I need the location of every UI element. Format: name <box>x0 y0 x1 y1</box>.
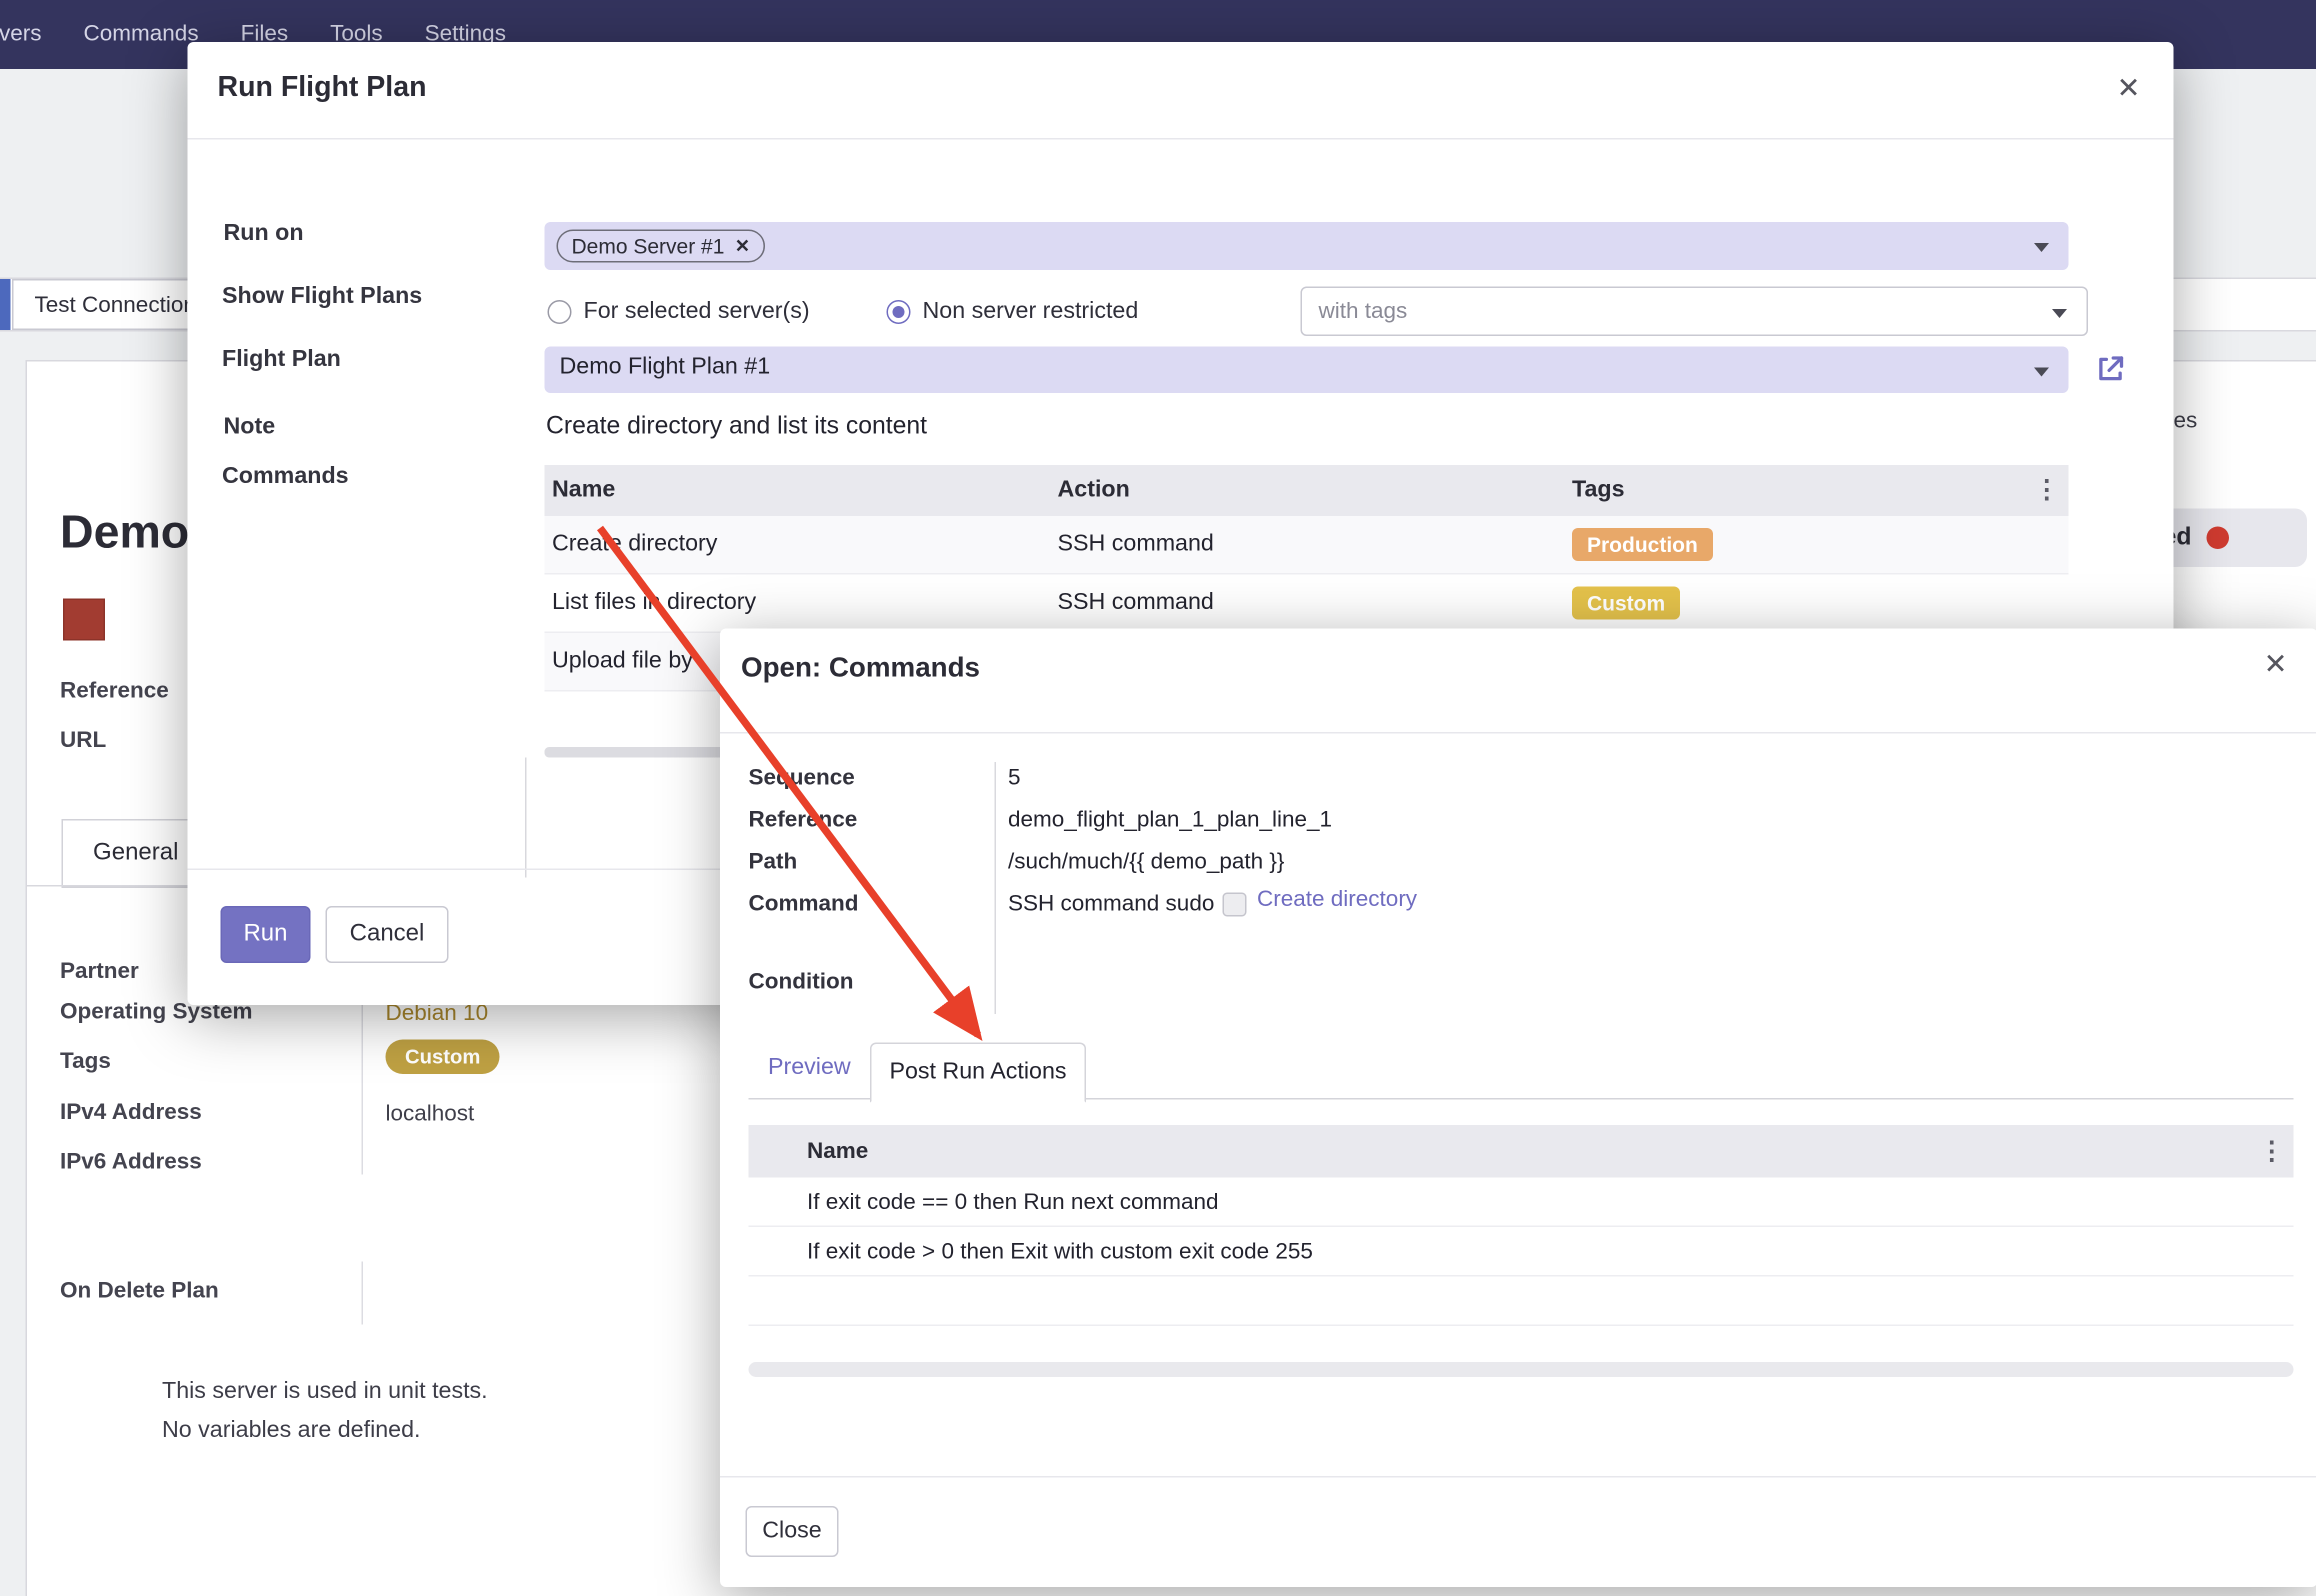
table-row-empty <box>749 1277 2294 1327</box>
radio-for-selected-servers[interactable] <box>548 300 572 324</box>
show-flight-plans-label: Show Flight Plans <box>222 284 422 311</box>
field-divider-2 <box>362 1262 364 1325</box>
path-label: Path <box>749 849 798 875</box>
screen: Servers Commands Files Tools Settings Te… <box>0 0 2316 1596</box>
on-delete-plan-label: On Delete Plan <box>60 1278 219 1304</box>
tag-badge-production: Production <box>1572 528 1713 561</box>
reference-value: demo_flight_plan_1_plan_line_1 <box>1008 807 1332 833</box>
cell-action: SSH command <box>1058 531 1573 558</box>
ipv4-value: localhost <box>386 1101 475 1127</box>
column-options-icon[interactable]: ⋮ <box>2259 1136 2285 1166</box>
ipv6-label: IPv6 Address <box>60 1149 202 1175</box>
cell-name: Create directory <box>545 531 1058 558</box>
command-checkbox[interactable] <box>1223 893 1247 917</box>
radio-non-server-restricted-label[interactable]: Non server restricted <box>923 299 1139 326</box>
server-heading: Demo <box>60 506 189 560</box>
flight-plan-label: Flight Plan <box>222 347 341 374</box>
label-value-divider <box>995 762 997 1014</box>
cancel-button[interactable]: Cancel <box>326 906 449 963</box>
open-commands-modal: Open: Commands ✕ Sequence 5 Reference de… <box>720 629 2316 1588</box>
path-value: /such/much/{{ demo_path }} <box>1008 849 1284 875</box>
post-run-actions-table: Name ⋮ If exit code == 0 then Run next c… <box>749 1125 2294 1326</box>
with-tags-placeholder: with tags <box>1319 299 1408 325</box>
commands-label: Commands <box>222 464 349 491</box>
create-directory-link[interactable]: Create directory <box>1257 887 1417 913</box>
cell-action: SSH command <box>1058 590 1573 617</box>
with-tags-select[interactable]: with tags <box>1301 287 2089 337</box>
chevron-down-icon <box>2052 308 2067 317</box>
remove-tag-icon[interactable]: ✕ <box>735 236 750 257</box>
run-on-field[interactable]: Demo Server #1 ✕ <box>545 222 2069 270</box>
close-icon[interactable]: ✕ <box>2117 75 2141 104</box>
flight-plan-field[interactable]: Demo Flight Plan #1 <box>545 347 2069 394</box>
flight-plan-description: Create directory and list its content <box>546 413 927 442</box>
close-button[interactable]: Close <box>746 1506 839 1557</box>
cell-name: List files in directory <box>545 590 1058 617</box>
command-value: SSH command sudo <box>1008 891 1214 917</box>
col-header-action[interactable]: Action <box>1058 477 1573 504</box>
horizontal-scrollbar[interactable] <box>749 1362 2294 1377</box>
new-button-fragment[interactable] <box>0 279 11 330</box>
run-modal-title: Run Flight Plan <box>218 72 427 105</box>
unit-test-note-line1: This server is used in unit tests. <box>162 1379 488 1406</box>
reference-label: Reference <box>749 807 858 833</box>
col-header-name[interactable]: Name <box>545 477 1058 504</box>
command-label: Command <box>749 891 859 917</box>
run-modal-header: Run Flight Plan ✕ <box>188 42 2174 140</box>
tag-badge-custom: Custom <box>1572 587 1680 620</box>
chevron-down-icon <box>2034 367 2049 376</box>
table-row[interactable]: If exit code > 0 then Exit with custom e… <box>749 1227 2294 1277</box>
clipped-right-text: es <box>2174 408 2198 434</box>
commands-modal-title: Open: Commands <box>741 651 980 684</box>
col-header-name[interactable]: Name <box>807 1139 868 1165</box>
table-row[interactable]: List files in directory SSH command Cust… <box>545 575 2069 634</box>
unit-test-note-line2: No variables are defined. <box>162 1418 420 1445</box>
table-row[interactable]: If exit code == 0 then Run next command <box>749 1178 2294 1228</box>
partner-label: Partner <box>60 959 139 985</box>
column-divider <box>525 758 527 878</box>
col-header-tags[interactable]: Tags <box>1572 477 2069 504</box>
cell-tags: Production <box>1572 528 2069 561</box>
note-label: Note <box>224 414 276 441</box>
reference-label: Reference <box>60 678 169 704</box>
table-row[interactable]: Create directory SSH command Production <box>545 516 2069 575</box>
flight-plan-value: Demo Flight Plan #1 <box>560 354 771 381</box>
table-header-row: Name ⋮ <box>749 1125 2294 1178</box>
url-label: URL <box>60 728 106 754</box>
table-header-row: Name Action Tags ⋮ <box>545 465 2069 516</box>
show-flight-plans-row: For selected server(s) Non server restri… <box>545 287 2069 338</box>
server-tag-chip[interactable]: Demo Server #1 ✕ <box>557 230 766 263</box>
status-stopped-dot-icon <box>2207 527 2230 550</box>
tags-custom-badge[interactable]: Custom <box>386 1040 500 1075</box>
server-tag-label: Demo Server #1 <box>572 234 725 258</box>
radio-non-server-restricted[interactable] <box>887 300 911 324</box>
ipv4-label: IPv4 Address <box>60 1100 202 1126</box>
external-link-icon[interactable] <box>2094 353 2127 386</box>
run-on-label: Run on <box>224 221 304 248</box>
commands-modal-header: Open: Commands ✕ <box>720 629 2316 734</box>
sequence-value: 5 <box>1008 765 1021 791</box>
column-options-icon[interactable]: ⋮ <box>2034 476 2060 506</box>
close-icon[interactable]: ✕ <box>2264 651 2288 680</box>
tags-label: Tags <box>60 1049 111 1075</box>
chevron-down-icon <box>2034 243 2049 252</box>
server-color-swatch[interactable] <box>63 599 105 641</box>
tab-post-run-actions[interactable]: Post Run Actions <box>870 1043 1086 1103</box>
condition-label: Condition <box>749 969 854 995</box>
tab-preview[interactable]: Preview <box>768 1055 851 1082</box>
run-button[interactable]: Run <box>221 906 311 963</box>
radio-for-selected-servers-label[interactable]: For selected server(s) <box>584 299 810 326</box>
sequence-label: Sequence <box>749 765 855 791</box>
nav-item-servers[interactable]: Servers <box>0 0 63 69</box>
cell-tags: Custom <box>1572 587 2069 620</box>
commands-modal-footer: Close <box>720 1476 2316 1587</box>
